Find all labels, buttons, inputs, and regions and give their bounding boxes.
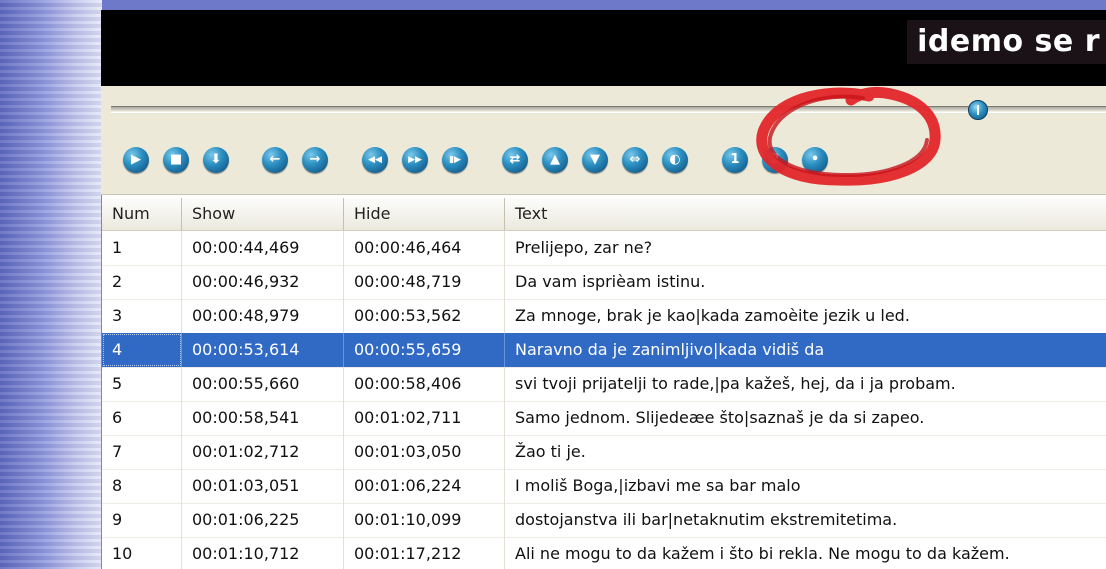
table-row[interactable]: 6 00:00:58,541 00:01:02,711 Samo jednom. Sl…: [102, 401, 1106, 436]
table-row[interactable]: 7 00:01:02,712 00:01:03,050 Žao ti je.: [102, 435, 1106, 470]
video-preview[interactable]: idemo se r: [101, 10, 1106, 86]
seek-thumb[interactable]: [968, 100, 988, 120]
cell-show-time: 00:00:48,979: [182, 299, 344, 333]
shift-button-icon[interactable]: ⇔: [622, 147, 648, 173]
fast-forward-button-icon[interactable]: ▶▶: [402, 147, 428, 173]
cell-hide-time: 00:01:10,099: [344, 503, 505, 537]
cell-hide-time: 00:00:55,659: [344, 333, 505, 367]
subtitle-editor-window: idemo se r ▶ ■ ⬇ ← → ◀◀ ▶▶ ▮▶ ⇄ ▲ ▼ ⇔ ◐ 1 2 • Num Show …: [101, 10, 1106, 569]
cell-subtitle-text: Ali ne mogu to da kažem i što bi rekla. …: [515, 544, 1010, 563]
cell-show-time: 00:00:55,660: [182, 367, 344, 401]
cell-hide-time: 00:00:48,719: [344, 265, 505, 299]
table-row[interactable]: 2 00:00:46,932 00:00:48,719 Da vam isprièam…: [102, 265, 1106, 300]
cell-num: 3: [102, 299, 182, 333]
play-button-icon[interactable]: ▶: [123, 147, 149, 173]
cell-subtitle-text: svi tvoji prijatelji to rade,|pa kažeš, …: [515, 374, 956, 393]
cell-show-time: 00:00:58,541: [182, 401, 344, 435]
cell-show-time: 00:01:10,712: [182, 537, 344, 569]
table-row[interactable]: 9 00:01:06,225 00:01:10,099 dostojanstva il…: [102, 503, 1106, 538]
cell-num: 4: [102, 333, 182, 367]
download-button-icon[interactable]: ⬇: [203, 147, 229, 173]
back-button-icon[interactable]: ←: [262, 147, 288, 173]
forward-button-icon[interactable]: →: [302, 147, 328, 173]
cell-subtitle-text: Žao ti je.: [515, 442, 586, 461]
red-annotation-circle: [756, 86, 941, 186]
cell-num: 10: [102, 537, 182, 569]
cell-hide-time: 00:00:53,562: [344, 299, 505, 333]
stop-button-icon[interactable]: ■: [163, 147, 189, 173]
cell-show-time: 00:01:02,712: [182, 435, 344, 469]
cell-show-time: 00:01:03,051: [182, 469, 344, 503]
cell-hide-time: 00:01:02,711: [344, 401, 505, 435]
move-up-button-icon[interactable]: ▲: [542, 147, 568, 173]
table-row[interactable]: 4 00:00:53,614 00:00:55,659 Naravno da je z…: [102, 333, 1106, 368]
cell-hide-time: 00:01:06,224: [344, 469, 505, 503]
table-header: Num Show Hide Text: [102, 198, 1106, 231]
cell-hide-time: 00:01:17,212: [344, 537, 505, 569]
seek-track: [111, 106, 1106, 113]
table-row[interactable]: 5 00:00:55,660 00:00:58,406 svi tvoji prija…: [102, 367, 1106, 402]
cell-num: 7: [102, 435, 182, 469]
cell-num: 5: [102, 367, 182, 401]
cell-subtitle-text: Naravno da je zanimljivo|kada vidiš da: [505, 333, 1106, 367]
cell-show-time: 00:01:06,225: [182, 503, 344, 537]
cell-hide-time: 00:01:03,050: [344, 435, 505, 469]
rewind-button-icon[interactable]: ◀◀: [362, 147, 388, 173]
table-row[interactable]: 8 00:01:03,051 00:01:06,224 I moliš Boga,|i…: [102, 469, 1106, 504]
column-header-num[interactable]: Num: [102, 198, 182, 230]
table-row[interactable]: 1 00:00:44,469 00:00:46,464 Prelijepo, zar …: [102, 231, 1106, 266]
cell-num: 8: [102, 469, 182, 503]
cell-num: 2: [102, 265, 182, 299]
column-header-text[interactable]: Text: [505, 198, 1106, 230]
cell-num: 6: [102, 401, 182, 435]
table-row[interactable]: 10 00:01:10,712 00:01:17,212 Ali ne mogu to…: [102, 537, 1106, 569]
cell-subtitle-text: I moliš Boga,|izbavi me sa bar malo: [515, 476, 801, 495]
cell-subtitle-text: Da vam isprièam istinu.: [515, 272, 706, 291]
swap-button-icon[interactable]: ⇄: [502, 147, 528, 173]
subtitle-table: Num Show Hide Text 1 00:00:44,469 00:00:46…: [101, 195, 1106, 569]
cell-hide-time: 00:00:58,406: [344, 367, 505, 401]
cell-subtitle-text: Prelijepo, zar ne?: [515, 238, 653, 257]
column-header-show[interactable]: Show: [182, 198, 344, 230]
partial-button-icon[interactable]: ◐: [662, 147, 688, 173]
column-header-hide[interactable]: Hide: [344, 198, 505, 230]
cell-subtitle-text: Samo jednom. Slijedeæe što|saznaš je da …: [515, 408, 925, 427]
presentation-backdrop: [0, 0, 102, 569]
cell-num: 1: [102, 231, 182, 265]
cell-subtitle-text: Za mnoge, brak je kao|kada zamoèite jezi…: [515, 306, 910, 325]
cell-subtitle-text: dostojanstva ili bar|netaknutim ekstremi…: [515, 510, 898, 529]
table-row[interactable]: 3 00:00:48,979 00:00:53,562 Za mnoge, brak …: [102, 299, 1106, 334]
move-down-button-icon[interactable]: ▼: [582, 147, 608, 173]
subtitle-preview-text: idemo se r: [907, 20, 1106, 64]
cell-show-time: 00:00:53,614: [182, 333, 344, 367]
cell-show-time: 00:00:46,932: [182, 265, 344, 299]
step-frame-button-icon[interactable]: ▮▶: [442, 147, 468, 173]
cell-show-time: 00:00:44,469: [182, 231, 344, 265]
seek-slider[interactable]: [111, 100, 1106, 120]
playback-toolbar: ▶ ■ ⬇ ← → ◀◀ ▶▶ ▮▶ ⇄ ▲ ▼ ⇔ ◐ 1 2 •: [101, 134, 1106, 195]
cell-num: 9: [102, 503, 182, 537]
cell-hide-time: 00:00:46,464: [344, 231, 505, 265]
mark-one-button-icon[interactable]: 1: [722, 147, 748, 173]
